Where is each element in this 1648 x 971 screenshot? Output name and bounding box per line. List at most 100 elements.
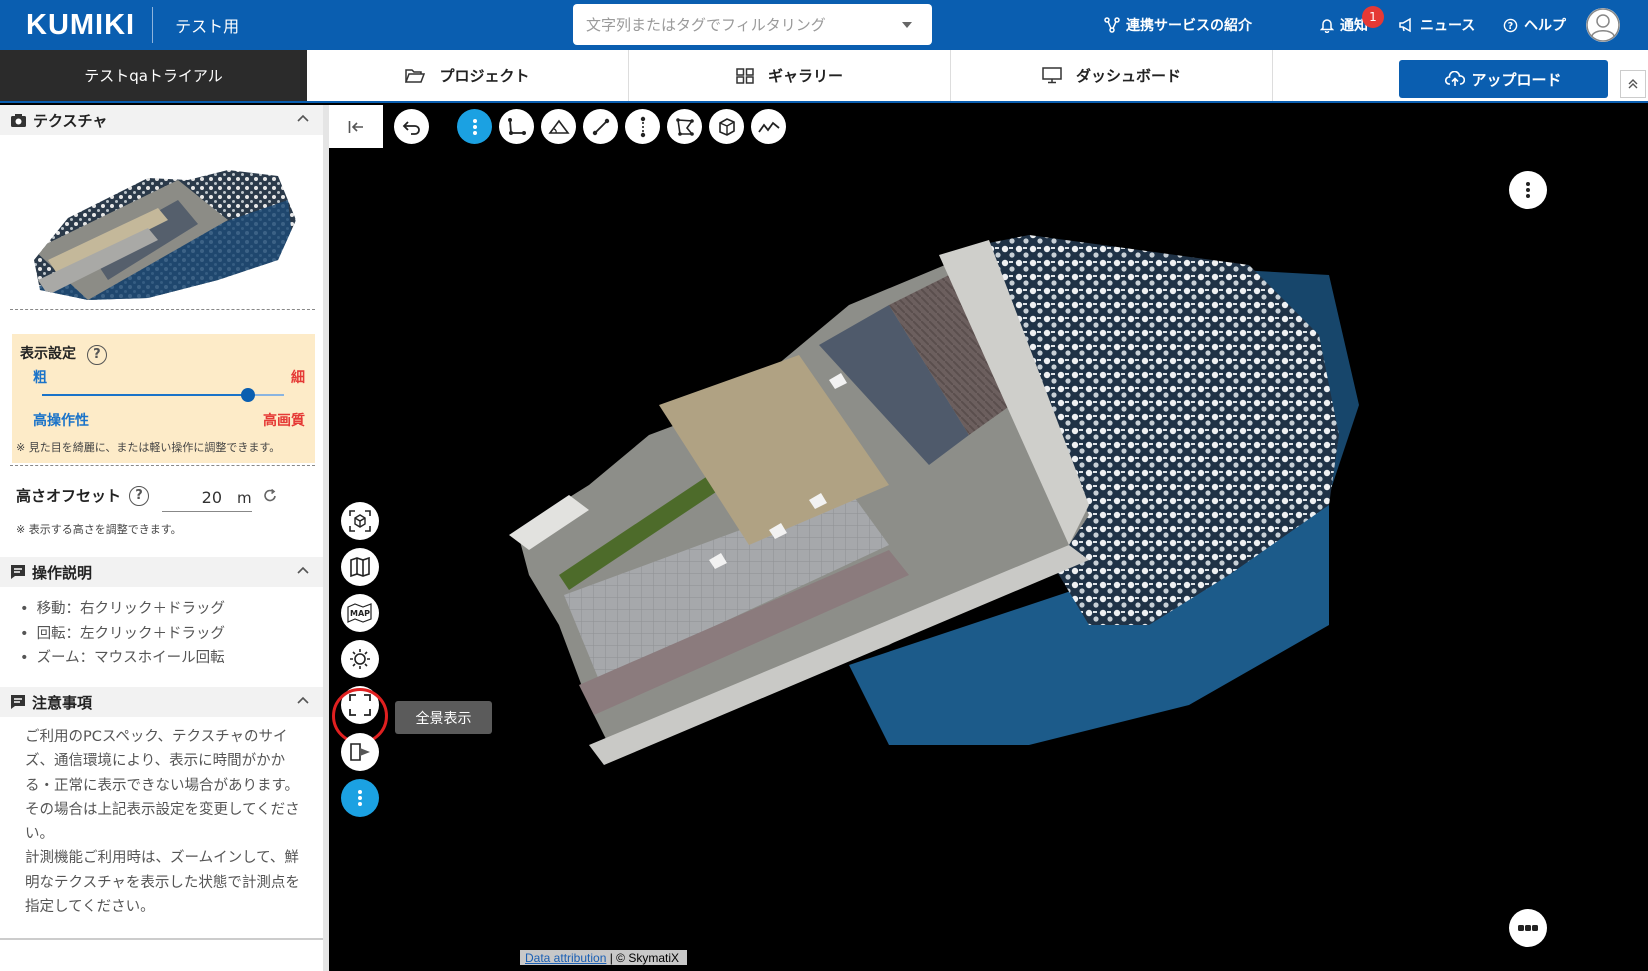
search-placeholder: 文字列またはタグでフィルタリング xyxy=(586,16,826,34)
upload-button[interactable]: アップロード xyxy=(1399,60,1608,98)
more-horizontal-icon xyxy=(1518,925,1538,931)
more-vertical-icon xyxy=(358,790,362,806)
viewer-menu-button[interactable] xyxy=(1509,171,1547,209)
height-offset-note: ※ 表示する高さを調整できます。 xyxy=(16,523,182,536)
megaphone-icon xyxy=(1399,17,1411,33)
collapse-header-button[interactable] xyxy=(1620,70,1646,98)
door-play-icon xyxy=(350,743,370,761)
chevron-down-icon[interactable] xyxy=(902,22,912,28)
tab-gallery[interactable]: ギャラリー xyxy=(629,50,951,101)
height-offset-title: 高さオフセット ? xyxy=(16,485,150,506)
filter-search-input[interactable]: 文字列またはタグでフィルタリング xyxy=(573,4,932,45)
list-item: 移動：右クリック＋ドラッグ xyxy=(20,597,226,622)
bell-icon xyxy=(1320,19,1334,33)
display-settings-label: 表示設定 xyxy=(20,346,76,362)
operations-section-header[interactable]: 操作説明 xyxy=(0,557,323,587)
tab-dashboard[interactable]: ダッシュボード xyxy=(951,50,1273,101)
operations-section-title: 操作説明 xyxy=(32,563,93,582)
line-measure-icon xyxy=(592,118,609,135)
upload-button-label: アップロード xyxy=(1471,70,1562,89)
coarse-label: 粗 xyxy=(33,370,47,386)
tab-project[interactable]: プロジェクト xyxy=(307,50,629,101)
basemap-button[interactable]: MAP xyxy=(341,594,379,632)
double-chevron-up-icon xyxy=(1628,79,1638,89)
texture-thumbnail xyxy=(34,170,296,300)
data-attribution-link[interactable]: Data attribution xyxy=(525,951,606,965)
data-attribution: Data attribution | © SkymatiX xyxy=(520,950,688,965)
tab-dashboard-label: ダッシュボード xyxy=(1075,67,1181,85)
chevron-up-icon[interactable] xyxy=(297,566,309,574)
texture-section-title: テクスチャ xyxy=(33,111,108,130)
display-settings-title: 表示設定 ? xyxy=(20,343,107,365)
return-icon xyxy=(402,120,420,135)
fine-label: 細 xyxy=(291,370,305,386)
triangle-measure-icon xyxy=(547,119,570,134)
side-panel: テクスチャ 表示設定 ? 粗 細 高操作性 高画質 ※ 見た目を綺麗に、または軽… xyxy=(0,105,329,971)
map-view-button[interactable] xyxy=(341,548,379,586)
profile-tool-button[interactable] xyxy=(751,109,786,144)
3d-model-render[interactable] xyxy=(329,105,1648,971)
app-header: KUMIKI テスト用 文字列またはタグでフィルタリング 連携サービスの紹介 通… xyxy=(0,0,1648,50)
angle-tool-button[interactable] xyxy=(499,109,534,144)
folder-open-icon xyxy=(405,68,426,83)
section-divider xyxy=(10,309,315,310)
section-divider xyxy=(10,465,315,466)
vertical-measure-icon xyxy=(640,116,645,137)
chevron-up-icon[interactable] xyxy=(297,114,309,122)
display-settings-box: 表示設定 ? 粗 細 高操作性 高画質 ※ 見た目を綺麗に、または軽い操作に調整… xyxy=(12,334,315,463)
cube-measure-icon xyxy=(718,117,735,136)
undo-button[interactable] xyxy=(394,109,429,144)
nav-services-link[interactable]: 連携サービスの紹介 xyxy=(1104,0,1252,50)
profile-line-icon xyxy=(757,121,780,133)
help-icon[interactable]: ? xyxy=(86,344,107,365)
monitor-icon xyxy=(1042,67,1062,84)
export-view-button[interactable] xyxy=(341,733,379,771)
nav-notifications-link[interactable]: 通知 xyxy=(1320,0,1368,50)
project-name-tab[interactable]: テストqaトライアル xyxy=(0,50,307,101)
full-view-tooltip: 全景表示 xyxy=(395,701,492,734)
3d-viewer[interactable]: MAP 全景表示 Data attribution | © SkymatiX xyxy=(329,105,1648,971)
performance-label: 高操作性 xyxy=(33,413,89,429)
help-icon[interactable]: ? xyxy=(129,485,150,506)
main-tab-bar: テストqaトライアル プロジェクト ギャラリー ダッシュボード アップロード xyxy=(0,50,1648,103)
operations-list: 移動：右クリック＋ドラッグ 回転：左クリック＋ドラッグ ズーム：マウスホイール回… xyxy=(20,597,226,671)
nav-news-link[interactable]: ニュース xyxy=(1398,0,1475,50)
more-vertical-icon xyxy=(1526,182,1530,198)
more-options-button[interactable] xyxy=(1509,909,1547,947)
grid-icon xyxy=(736,67,754,84)
refresh-icon[interactable] xyxy=(262,488,278,504)
quality-label: 高画質 xyxy=(263,413,305,429)
viewer-tools-menu-button[interactable] xyxy=(341,779,379,817)
nav-help-link[interactable]: ? ヘルプ xyxy=(1503,0,1566,50)
3d-view-button[interactable] xyxy=(341,502,379,540)
kumiki-logo[interactable]: KUMIKI xyxy=(26,9,135,42)
logo-divider xyxy=(152,7,154,43)
caution-section-header[interactable]: 注意事項 xyxy=(0,687,323,717)
collapse-panel-button[interactable] xyxy=(329,105,383,148)
cube-focus-icon xyxy=(349,510,371,532)
caution-text: ご利用のPCスペック、テクスチャのサイズ、通信環境により、表示に時間がかかる・正… xyxy=(25,729,300,916)
message-icon xyxy=(10,564,26,580)
organization-name[interactable]: テスト用 xyxy=(175,13,239,37)
point-tool-button[interactable] xyxy=(457,109,492,144)
height-offset-label: 高さオフセット xyxy=(16,487,122,505)
help-circle-icon: ? xyxy=(1503,18,1518,32)
user-avatar[interactable] xyxy=(1586,8,1620,42)
lighting-button[interactable] xyxy=(341,640,379,678)
panel-bottom-border xyxy=(0,938,323,940)
map-label-icon: MAP xyxy=(347,603,372,623)
map-label-text: MAP xyxy=(350,609,370,618)
volume-tool-button[interactable] xyxy=(709,109,744,144)
user-icon xyxy=(1586,8,1620,42)
cloud-upload-icon xyxy=(1445,71,1466,86)
distance-tool-button[interactable] xyxy=(583,109,618,144)
quality-slider-handle[interactable] xyxy=(240,388,255,402)
polygon-tool-button[interactable] xyxy=(667,109,702,144)
chevron-up-icon[interactable] xyxy=(297,696,309,704)
arrow-left-bar-icon xyxy=(348,120,363,133)
height-tool-button[interactable] xyxy=(625,109,660,144)
display-settings-note: ※ 見た目を綺麗に、または軽い操作に調整できます。 xyxy=(16,441,281,454)
texture-section-header[interactable]: テクスチャ xyxy=(0,105,323,135)
area-angle-tool-button[interactable] xyxy=(541,109,576,144)
sun-icon xyxy=(350,649,370,669)
